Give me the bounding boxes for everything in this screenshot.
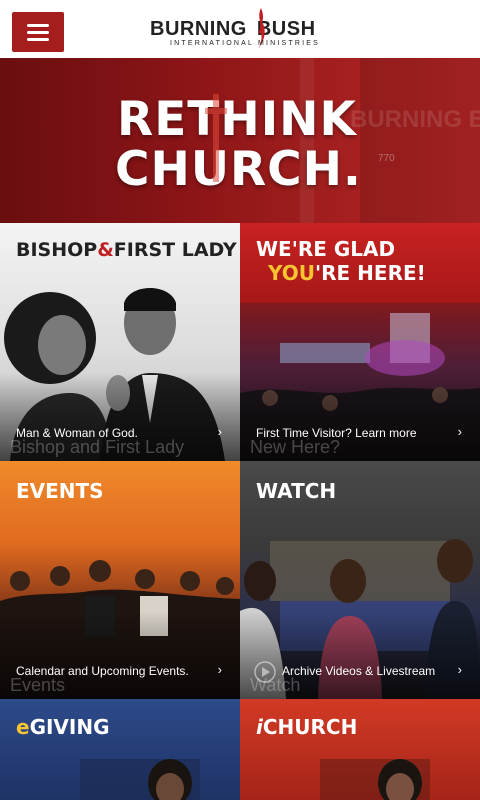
tile-ghost-label: Watch: [250, 675, 301, 695]
tile-events[interactable]: EVENTS Calendar and Upcoming Events. › E…: [0, 461, 240, 699]
logo-subtitle: INTERNATIONAL MINISTRIES: [170, 40, 321, 47]
hamburger-icon: [27, 24, 49, 27]
tile-title: eGIVING: [16, 715, 110, 739]
ichurch-photo: [320, 759, 430, 800]
tile-new-here[interactable]: WE'RE GLAD YOU'RE HERE! First Time Visit…: [240, 223, 480, 461]
tile-title: WE'RE GLAD YOU'RE HERE!: [256, 237, 426, 285]
chevron-right-icon: ›: [217, 662, 222, 677]
hero-title-line1: RETHINK: [117, 92, 357, 147]
tile-ichurch[interactable]: iCHURCH: [240, 699, 480, 800]
hero-number: 770: [378, 153, 395, 164]
tile-caption: Archive Videos & Livestream: [282, 664, 436, 678]
egiving-photo: [80, 759, 200, 800]
tile-ghost-label: Events: [10, 675, 66, 695]
tile-title: EVENTS: [16, 479, 104, 503]
chevron-right-icon: ›: [457, 424, 462, 439]
logo: BURNING BUSH INTERNATIONAL MINISTRIES: [150, 8, 340, 52]
menu-button[interactable]: [12, 12, 64, 52]
chevron-right-icon: ›: [217, 424, 222, 439]
cross-icon: [205, 94, 227, 182]
tile-title: WATCH: [256, 479, 337, 503]
app-header: BURNING BUSH INTERNATIONAL MINISTRIES: [0, 0, 480, 58]
tile-ghost-label: Bishop and First Lady: [10, 437, 185, 457]
tile-title: BISHOP&FIRST LADY: [16, 239, 237, 261]
tile-title: iCHURCH: [256, 715, 358, 739]
hero-watermark: BURNING BUSH: [350, 106, 480, 133]
tile-ghost-label: New Here?: [250, 437, 341, 457]
hero-banner[interactable]: BURNING BUSH 770 RETHINK CHURCH.: [0, 58, 480, 223]
tile-egiving[interactable]: eGIVING: [0, 699, 240, 800]
chevron-right-icon: ›: [457, 662, 462, 677]
tile-bishop-first-lady[interactable]: BISHOP&FIRST LADY Man & Woman of God. › …: [0, 223, 240, 461]
hero-title-line2: CHURCH.: [115, 142, 362, 197]
logo-word-1: BURNING: [150, 18, 247, 40]
tile-watch[interactable]: WATCH Archive Videos & Livestream › Watc…: [240, 461, 480, 699]
